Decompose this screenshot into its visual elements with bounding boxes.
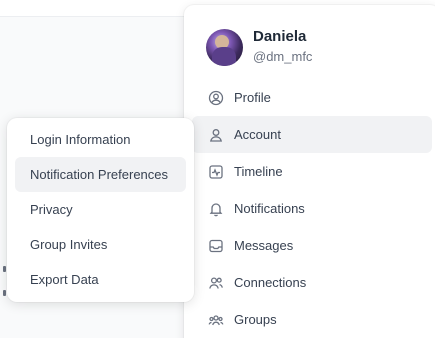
submenu-item-label: Export Data: [30, 272, 99, 287]
menu-item-notifications[interactable]: Notifications: [192, 190, 432, 227]
user-handle: @dm_mfc: [253, 49, 313, 64]
menu-item-label: Connections: [234, 275, 307, 290]
main-menu-list: Profile Account Timeline Notifications M…: [184, 79, 435, 338]
group-icon: [208, 312, 224, 328]
submenu-item-notification-preferences[interactable]: Notification Preferences: [15, 157, 186, 192]
menu-item-connections[interactable]: Connections: [192, 264, 432, 301]
user-summary[interactable]: Daniela @dm_mfc: [206, 25, 312, 69]
bell-icon: [208, 201, 224, 217]
avatar: [206, 28, 243, 66]
user-circle-icon: [208, 90, 224, 106]
menu-item-label: Account: [234, 127, 281, 142]
menu-item-timeline[interactable]: Timeline: [192, 153, 432, 190]
user-name: Daniela: [253, 28, 307, 45]
menu-item-label: Profile: [234, 90, 271, 105]
menu-item-account[interactable]: Account: [192, 116, 432, 153]
submenu-item-group-invites[interactable]: Group Invites: [15, 227, 186, 262]
menu-item-profile[interactable]: Profile: [192, 79, 432, 116]
menu-item-label: Messages: [234, 238, 294, 253]
menu-item-messages[interactable]: Messages: [192, 227, 432, 264]
account-dropdown-menu: Daniela @dm_mfc Profile Account Timeline: [184, 5, 435, 338]
submenu-item-label: Notification Preferences: [30, 167, 169, 182]
menu-item-groups[interactable]: Groups: [192, 301, 432, 338]
submenu-item-label: Group Invites: [30, 237, 108, 252]
submenu-item-login-information[interactable]: Login Information: [15, 122, 186, 157]
submenu-item-export-data[interactable]: Export Data: [15, 262, 186, 297]
activity-icon: [208, 164, 224, 180]
submenu-item-label: Privacy: [30, 202, 73, 217]
account-submenu: Login Information Notification Preferenc…: [7, 118, 194, 302]
users-icon: [208, 275, 224, 291]
user-icon: [208, 127, 224, 143]
submenu-item-label: Login Information: [30, 132, 131, 147]
inbox-icon: [208, 238, 224, 254]
menu-item-label: Timeline: [234, 164, 283, 179]
menu-item-label: Notifications: [234, 201, 305, 216]
menu-item-label: Groups: [234, 312, 277, 327]
submenu-item-privacy[interactable]: Privacy: [15, 192, 186, 227]
